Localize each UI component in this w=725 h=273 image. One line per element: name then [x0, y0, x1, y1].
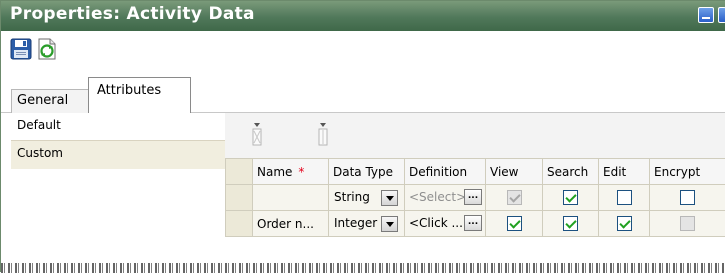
tab-general[interactable]: General [11, 89, 89, 113]
view-checkbox[interactable] [507, 216, 522, 231]
list-item-label: Custom [17, 146, 63, 160]
properties-window: Properties: Activity Data [0, 0, 725, 272]
tab-strip: General Attributes [1, 67, 725, 113]
maximize-icon[interactable] [718, 7, 725, 23]
data-type-value: String [334, 190, 370, 204]
encrypt-checkbox [680, 216, 695, 231]
ellipsis-button[interactable]: ... [464, 215, 482, 231]
ellipsis-button[interactable]: ... [464, 189, 482, 205]
delete-column-icon[interactable] [316, 121, 330, 147]
search-checkbox[interactable] [563, 190, 578, 205]
edit-cell [599, 211, 650, 237]
dropdown-arrow-icon[interactable] [381, 216, 398, 232]
list-item-custom[interactable]: Custom [11, 141, 225, 169]
name-cell[interactable]: Order n... [253, 211, 329, 237]
search-cell [543, 211, 599, 237]
column-header-name[interactable]: Name * [253, 159, 329, 185]
column-header-edit[interactable]: Edit [599, 159, 650, 185]
required-marker: * [298, 165, 304, 179]
column-header-search[interactable]: Search [543, 159, 599, 185]
list-item-default[interactable]: Default [11, 113, 225, 141]
save-icon[interactable] [10, 38, 32, 60]
row-header[interactable] [226, 185, 253, 211]
insert-column-icon[interactable] [250, 121, 264, 147]
row-header[interactable] [226, 211, 253, 237]
name-cell[interactable] [253, 185, 329, 211]
tab-attributes[interactable]: Attributes [88, 77, 191, 113]
definition-value: <Select> [409, 190, 466, 204]
grid-toolbar [225, 113, 725, 158]
edit-checkbox[interactable] [617, 190, 632, 205]
grid-corner [226, 159, 253, 185]
edit-checkbox[interactable] [617, 216, 632, 231]
definition-cell[interactable]: <Select> ... [405, 185, 486, 211]
column-header-data-type[interactable]: Data Type [329, 159, 405, 185]
column-header-definition[interactable]: Definition [405, 159, 486, 185]
table-row: Order n... Integer <Click ... ... [226, 211, 725, 237]
tab-general-label: General [17, 93, 68, 108]
attribute-category-list: Default Custom [11, 113, 225, 169]
column-header-view[interactable]: View [486, 159, 543, 185]
data-type-value: Integer [334, 216, 377, 230]
data-type-cell[interactable]: String [329, 185, 405, 211]
table-row: String <Select> ... [226, 185, 725, 211]
minimize-icon[interactable] [698, 7, 714, 23]
search-cell [543, 185, 599, 211]
list-item-label: Default [17, 118, 61, 132]
data-type-cell[interactable]: Integer [329, 211, 405, 237]
encrypt-cell [650, 185, 725, 211]
edit-cell [599, 185, 650, 211]
title-bar[interactable]: Properties: Activity Data [1, 1, 725, 31]
encrypt-cell [650, 211, 725, 237]
view-checkbox [507, 190, 522, 205]
column-header-encrypt[interactable]: Encrypt [650, 159, 725, 185]
window-title: Properties: Activity Data [10, 4, 255, 24]
view-cell [486, 185, 543, 211]
definition-value: <Click ... [409, 216, 463, 230]
encrypt-checkbox[interactable] [680, 190, 695, 205]
attributes-grid: Name * Data Type Definition View Search E… [225, 158, 725, 237]
view-cell [486, 211, 543, 237]
definition-cell[interactable]: <Click ... ... [405, 211, 486, 237]
toolbar [1, 31, 725, 67]
dropdown-arrow-icon[interactable] [381, 190, 398, 206]
column-header-name-label: Name [257, 165, 292, 179]
refresh-icon[interactable] [36, 38, 58, 60]
grid-header-row: Name * Data Type Definition View Search E… [226, 159, 725, 185]
tab-attributes-label: Attributes [97, 83, 161, 98]
search-checkbox[interactable] [563, 216, 578, 231]
